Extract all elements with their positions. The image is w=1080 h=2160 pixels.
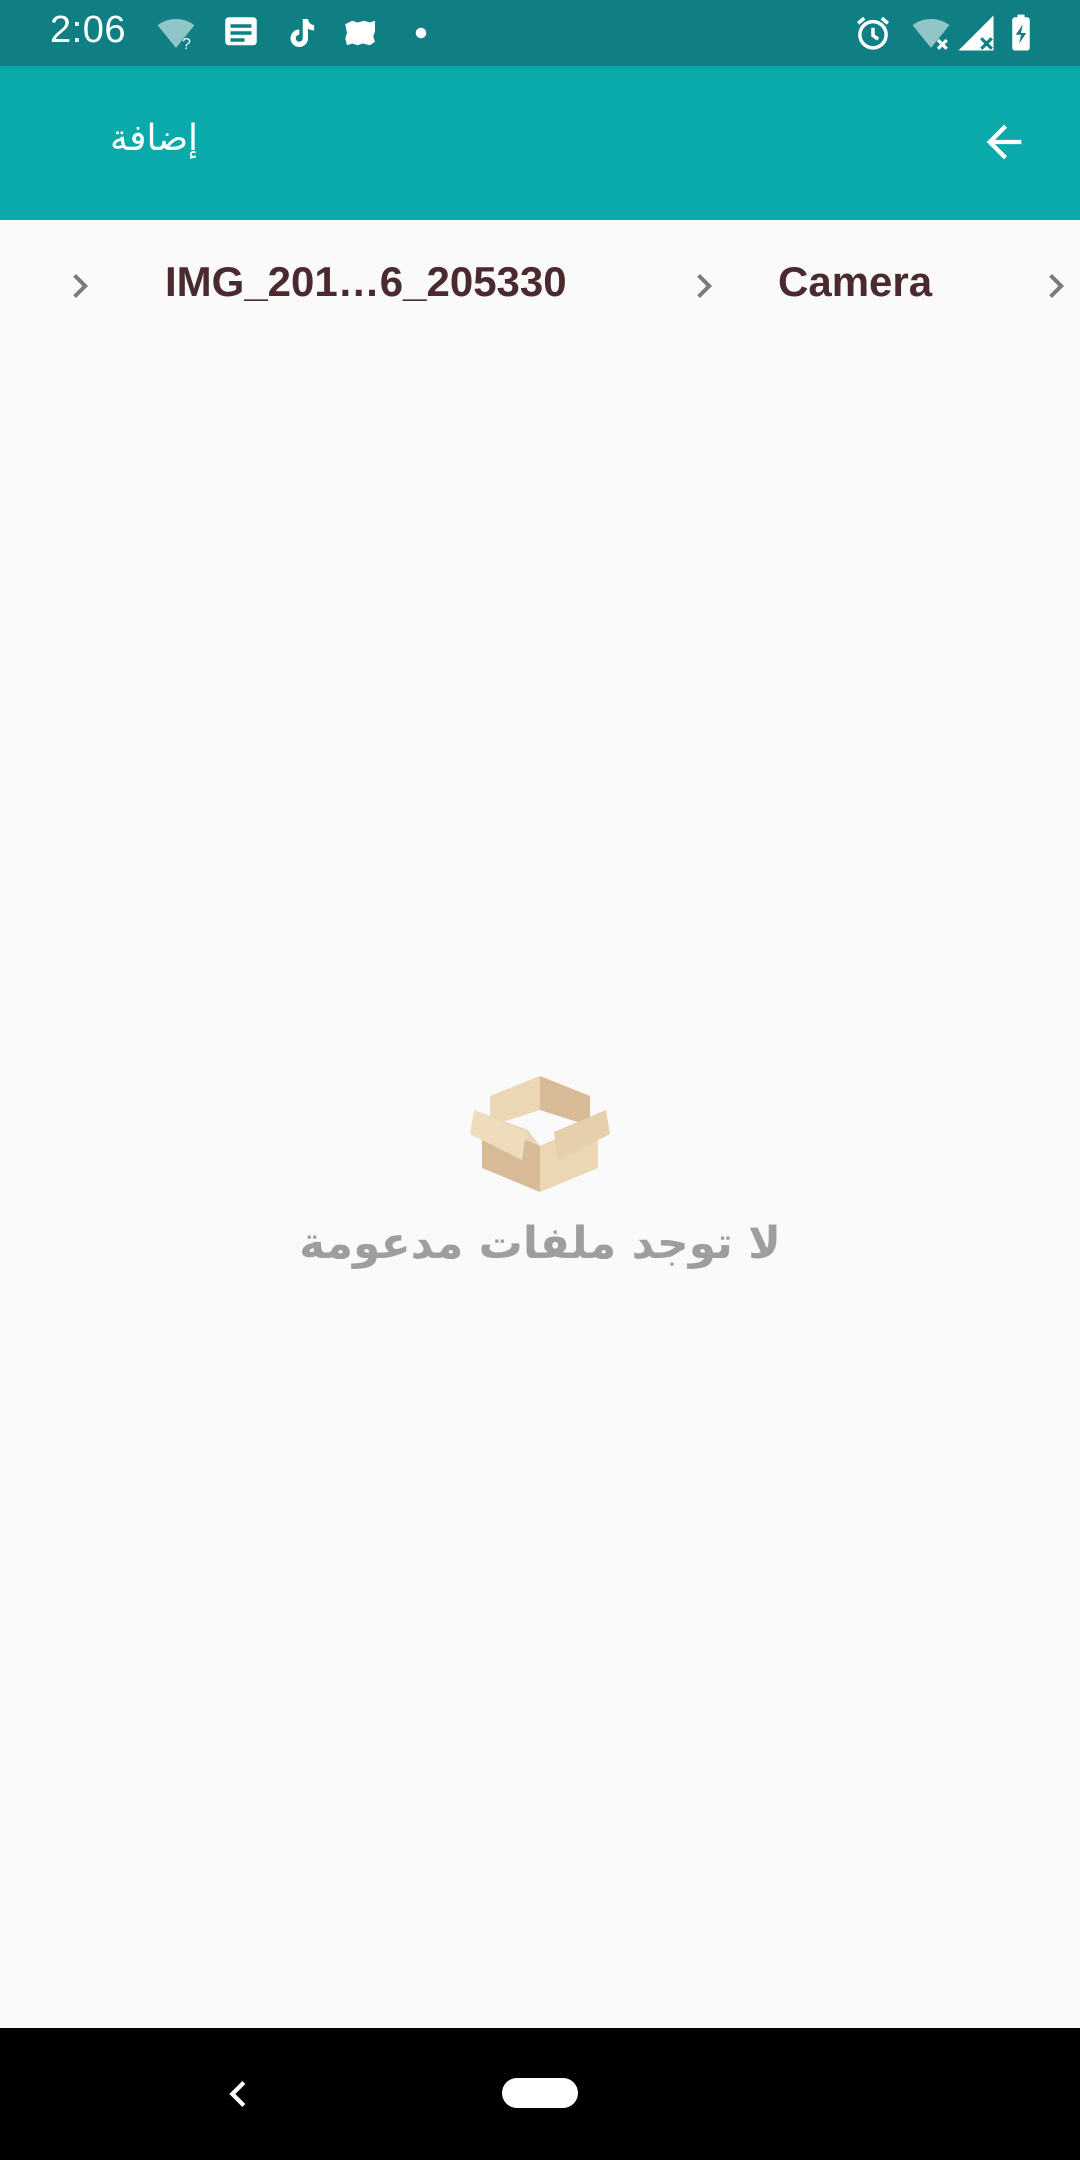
alarm-icon [856, 16, 890, 50]
breadcrumb-item-camera[interactable]: Camera [778, 258, 932, 306]
app-bar: إضافة [0, 66, 1080, 220]
battery-charging-icon [1012, 14, 1030, 51]
breadcrumb: Camera IMG_201…6_205330 [0, 220, 1080, 352]
chevron-right-icon [697, 274, 712, 298]
chevron-right-icon [73, 274, 88, 298]
back-button[interactable] [968, 106, 1040, 178]
dot-icon [415, 27, 427, 39]
page-title: إضافة [110, 118, 199, 159]
sudan-map-icon [345, 20, 375, 46]
wifi-off-icon [912, 19, 950, 50]
chevron-right-icon [1049, 274, 1064, 298]
message-icon [225, 17, 257, 46]
tiktok-icon [290, 19, 315, 47]
signal-off-icon [958, 15, 994, 51]
breadcrumb-item-image[interactable]: IMG_201…6_205330 [165, 258, 567, 306]
arrow-back-icon [986, 124, 1022, 160]
nav-home-pill[interactable] [502, 2078, 578, 2108]
navigation-bar [0, 2028, 1080, 2160]
empty-state-message: لا توجد ملفات مدعومة [299, 1218, 781, 1269]
screen: 2:06 ? إضافة Camera IMG_201…6_205330 لا … [0, 0, 1080, 2160]
svg-text:?: ? [182, 36, 191, 53]
status-time: 2:06 [50, 9, 126, 51]
nav-back-icon[interactable] [212, 2068, 264, 2120]
status-bar: 2:06 ? [0, 0, 1080, 66]
wifi-question-icon: ? [157, 19, 195, 53]
open-box-icon [470, 1076, 610, 1192]
